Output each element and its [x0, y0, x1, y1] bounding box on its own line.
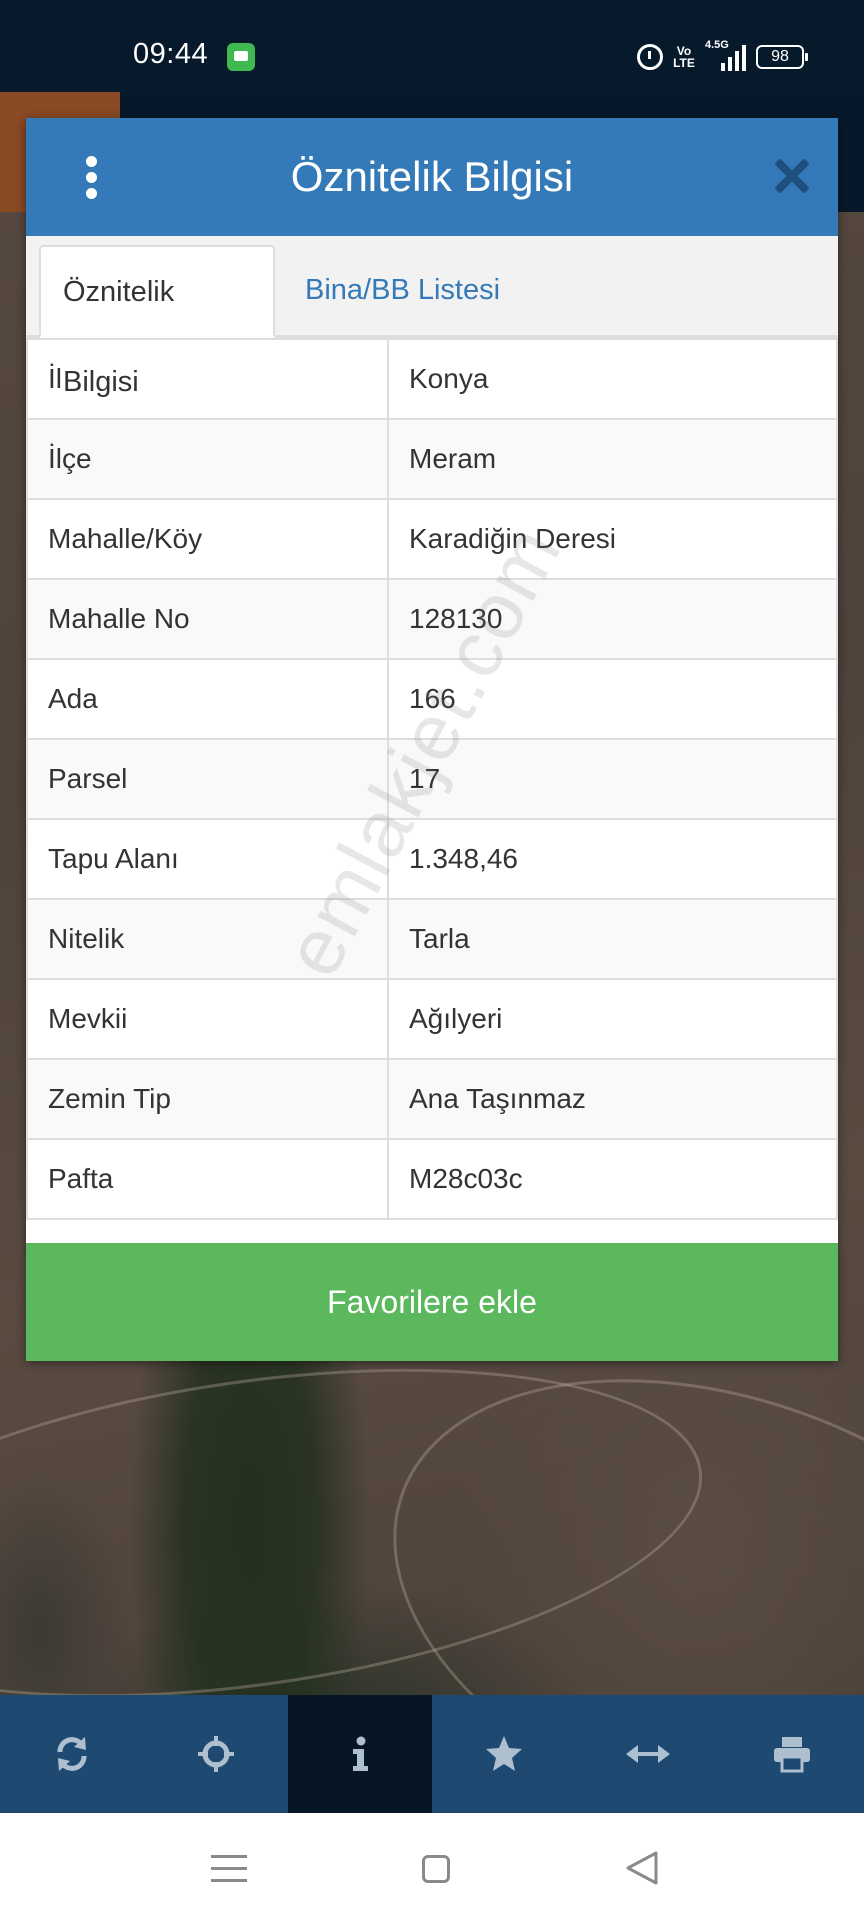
- dialog-header: Öznitelik Bilgisi: [26, 118, 838, 236]
- tab-attribute-info[interactable]: Öznitelik Bilgisi: [39, 245, 275, 398]
- table-row: İlçe Meram: [26, 418, 838, 500]
- attribute-key: Nitelik: [26, 898, 389, 980]
- status-time: 09:44: [133, 38, 209, 70]
- attribute-value: Meram: [387, 418, 838, 500]
- star-icon: [486, 1736, 522, 1771]
- attribute-value: Karadiğin Deresi: [387, 498, 838, 580]
- attribute-value: Ağılyeri: [387, 978, 838, 1060]
- attribute-value: 166: [387, 658, 838, 740]
- locate-button[interactable]: [144, 1695, 288, 1813]
- tab-building-list[interactable]: Bina/BB Listesi: [283, 245, 522, 338]
- attribute-key: Tapu Alanı: [26, 818, 389, 900]
- table-row: Mahalle/Köy Karadiğin Deresi: [26, 498, 838, 580]
- favorites-button[interactable]: [432, 1695, 576, 1813]
- table-row: Ada 166: [26, 658, 838, 740]
- attribute-value: Ana Taşınmaz: [387, 1058, 838, 1140]
- attribute-value: M28c03c: [387, 1138, 838, 1220]
- volte-label: Vo LTE: [673, 44, 695, 70]
- attribute-value: Tarla: [387, 898, 838, 980]
- measure-button[interactable]: [576, 1695, 720, 1813]
- tab-bar: Öznitelik Bilgisi Bina/BB Listesi: [26, 236, 838, 398]
- signal-icon: 4.5G: [705, 39, 746, 71]
- table-row: Pafta M28c03c: [26, 1138, 838, 1220]
- dialog-title: Öznitelik Bilgisi: [290, 153, 574, 200]
- message-notification-icon: [227, 43, 255, 71]
- system-navigation-bar: [0, 1813, 864, 1920]
- attribute-key: Mahalle/Köy: [26, 498, 389, 580]
- attribute-key: Mahalle No: [26, 578, 389, 660]
- attribute-value: Konya: [387, 338, 838, 420]
- refresh-icon: [57, 1737, 87, 1771]
- locate-icon: [198, 1736, 234, 1772]
- table-row: Nitelik Tarla: [26, 898, 838, 980]
- attribute-value: 128130: [387, 578, 838, 660]
- table-row: Zemin Tip Ana Taşınmaz: [26, 1058, 838, 1140]
- attribute-dialog: Öznitelik Bilgisi Öznitelik Bilgisi Bina…: [26, 118, 838, 1361]
- home-button[interactable]: [410, 1843, 460, 1893]
- table-row: Mevkii Ağılyeri: [26, 978, 838, 1060]
- battery-icon: 98: [756, 45, 808, 69]
- print-icon: [774, 1737, 810, 1773]
- table-row: Mahalle No 128130: [26, 578, 838, 660]
- attribute-value: 17: [387, 738, 838, 820]
- attribute-key: Zemin Tip: [26, 1058, 389, 1140]
- measure-icon: [626, 1745, 670, 1763]
- info-icon: [353, 1736, 368, 1771]
- attribute-key: İlçe: [26, 418, 389, 500]
- table-row: Parsel 17: [26, 738, 838, 820]
- recent-apps-button[interactable]: [205, 1843, 255, 1893]
- back-button[interactable]: [620, 1843, 670, 1893]
- status-indicators: Vo LTE 4.5G 98: [637, 39, 808, 74]
- attribute-key: Parsel: [26, 738, 389, 820]
- table-row: İl Konya: [26, 338, 838, 420]
- table-row: Tapu Alanı 1.348,46: [26, 818, 838, 900]
- alarm-icon: [637, 44, 663, 70]
- print-button[interactable]: [720, 1695, 864, 1813]
- close-icon[interactable]: [774, 158, 810, 194]
- attribute-key: Mevkii: [26, 978, 389, 1060]
- attribute-table: İl Konya İlçe Meram Mahalle/Köy Karadiği…: [26, 338, 838, 1220]
- attribute-key: Ada: [26, 658, 389, 740]
- refresh-button[interactable]: [0, 1695, 144, 1813]
- status-bar: 09:44 Vo LTE 4.5G 98: [0, 0, 864, 92]
- attribute-value: 1.348,46: [387, 818, 838, 900]
- map-toolbar: [0, 1695, 864, 1813]
- info-button[interactable]: [288, 1695, 432, 1813]
- attribute-key: Pafta: [26, 1138, 389, 1220]
- back-icon: [626, 1851, 658, 1885]
- network-type-label: 4.5G: [705, 39, 729, 51]
- add-to-favorites-button[interactable]: Favorilere ekle: [26, 1243, 838, 1361]
